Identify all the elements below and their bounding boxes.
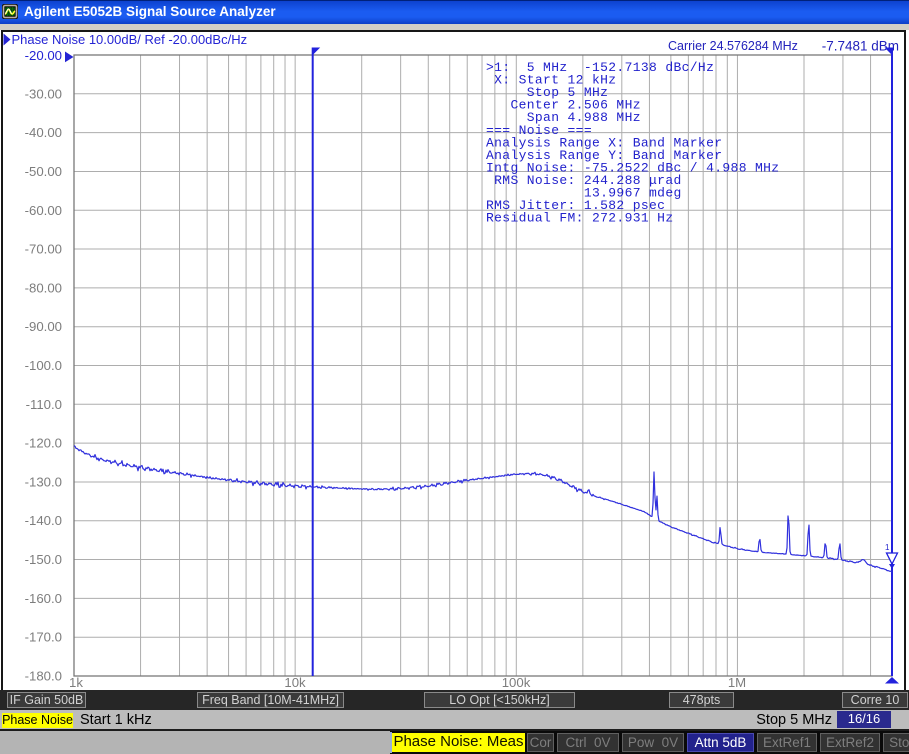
svg-text:-20.00: -20.00 [25, 48, 62, 63]
svg-text:-50.00: -50.00 [25, 164, 62, 179]
svg-text:-170.0: -170.0 [25, 630, 62, 645]
svg-text:-40.00: -40.00 [25, 125, 62, 140]
svg-text:-100.0: -100.0 [25, 358, 62, 373]
svg-text:-90.00: -90.00 [25, 319, 62, 334]
svg-text:-180.0: -180.0 [25, 669, 62, 684]
svg-text:1M: 1M [728, 675, 746, 690]
svg-text:-70.00: -70.00 [25, 242, 62, 257]
svg-text:-30.00: -30.00 [25, 86, 62, 101]
svg-text:Residual FM: 272.931 Hz: Residual FM: 272.931 Hz [486, 211, 673, 226]
svg-text:100k: 100k [502, 675, 531, 690]
svg-text:-60.00: -60.00 [25, 203, 62, 218]
svg-text:1k: 1k [69, 675, 83, 690]
svg-text:Carrier 24.576284 MHz: Carrier 24.576284 MHz [668, 39, 798, 53]
svg-text:1: 1 [885, 543, 890, 552]
svg-text:-140.0: -140.0 [25, 513, 62, 528]
svg-text:-7.7481 dBm: -7.7481 dBm [822, 39, 899, 54]
svg-text:Phase Noise 10.00dB/ Ref -20.0: Phase Noise 10.00dB/ Ref -20.00dBc/Hz [12, 32, 248, 47]
svg-text:-160.0: -160.0 [25, 591, 62, 606]
svg-text:10k: 10k [284, 675, 306, 690]
svg-text:-130.0: -130.0 [25, 474, 62, 489]
svg-text:-120.0: -120.0 [25, 436, 62, 451]
svg-text:-110.0: -110.0 [26, 397, 62, 412]
svg-text:-150.0: -150.0 [25, 552, 62, 567]
svg-text:-80.00: -80.00 [25, 280, 62, 295]
